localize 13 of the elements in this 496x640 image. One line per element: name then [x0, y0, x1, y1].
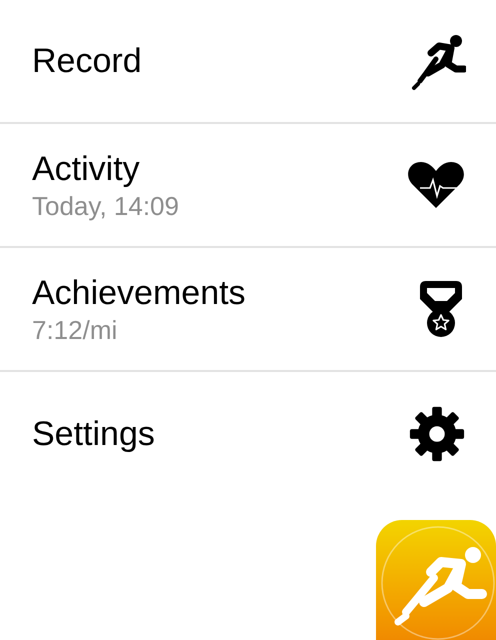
- menu-item[interactable]: Settings: [0, 372, 496, 496]
- app-icon[interactable]: [376, 520, 496, 640]
- settings-icon: [408, 405, 466, 463]
- menu-item[interactable]: Achievements 7:12/mi: [0, 248, 496, 372]
- heart-pulse-icon: [406, 160, 466, 210]
- menu-item[interactable]: Activity Today, 14:09: [0, 124, 496, 248]
- menu-item-subtitle: Today, 14:09: [32, 190, 179, 222]
- menu-item-title: Activity: [32, 149, 141, 190]
- menu-item-subtitle: 7:12/mi: [32, 314, 118, 346]
- menu-item[interactable]: Record: [0, 0, 496, 124]
- menu-item-title: Achievements: [32, 273, 246, 314]
- menu-item-title: Settings: [32, 414, 155, 455]
- menu-item-title: Record: [32, 41, 142, 82]
